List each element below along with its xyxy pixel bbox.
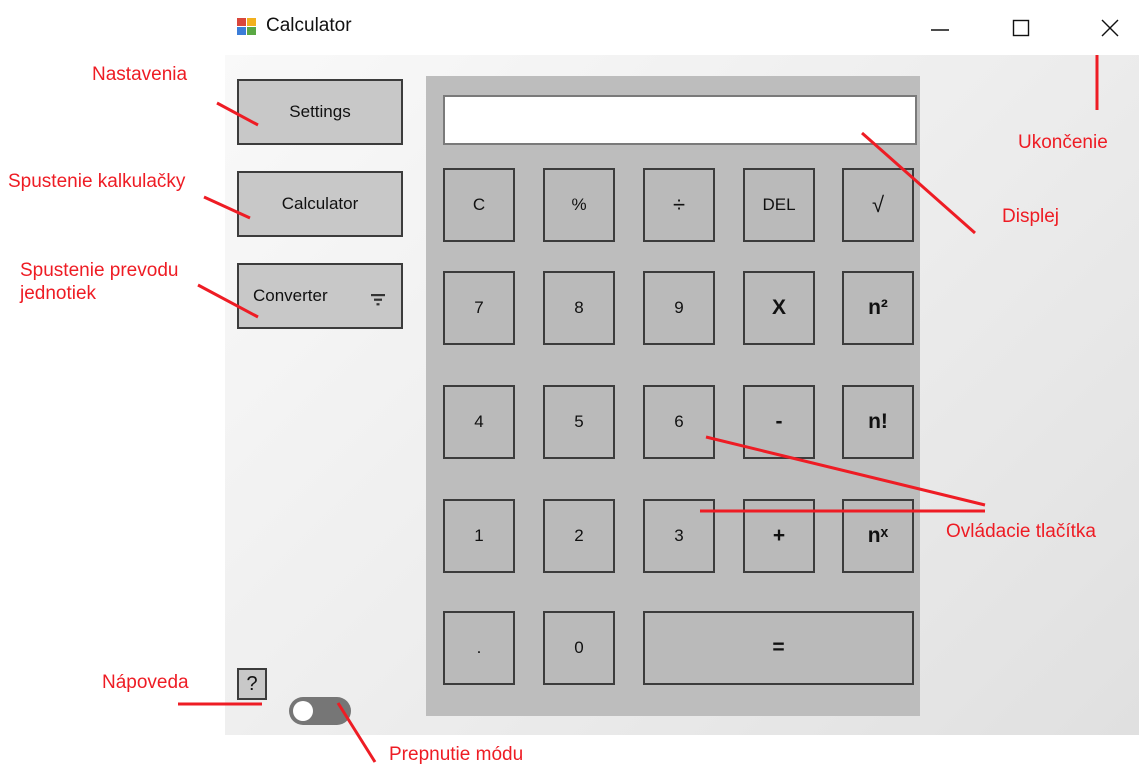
window-title: Calculator [266, 15, 352, 36]
key-label: n² [868, 296, 888, 319]
key-label: ÷ [672, 192, 686, 217]
settings-button-label: Settings [289, 102, 351, 121]
annotation-spustenie-prevodu: Spustenie prevodu jednotiek [20, 259, 178, 305]
key-label: √ [871, 192, 885, 217]
annotation-prepnutie-modu: Prepnutie módu [389, 744, 524, 765]
key-7-button[interactable]: 7 [443, 271, 515, 345]
minimize-icon [931, 29, 949, 31]
key-label: 6 [674, 412, 684, 431]
client-area: Settings Calculator Converter ? C% ÷ DEL √ 7… [225, 55, 1139, 735]
maximize-icon [1012, 19, 1030, 37]
screenshot: Calculator Settings Calculator Converter… [0, 0, 1139, 767]
calculator-button-label: Calculator [281, 194, 359, 213]
key-label: 4 [474, 412, 484, 431]
key-label: C [472, 195, 486, 214]
key-label: 3 [674, 526, 684, 545]
key-sqrt-button[interactable]: √ [842, 168, 914, 242]
converter-button[interactable]: Converter [237, 263, 403, 329]
calculator-button[interactable]: Calculator [237, 171, 403, 237]
annotation-napoveda: Nápoveda [102, 672, 189, 693]
key-decimal-button[interactable]: . [443, 611, 515, 685]
key-clear-button[interactable]: C [443, 168, 515, 242]
key-multiply-button[interactable]: X [743, 271, 815, 345]
key-4-button[interactable]: 4 [443, 385, 515, 459]
key-minus-button[interactable]: - [743, 385, 815, 459]
annotation-spustenie-kalkulacky: Spustenie kalkulačky [8, 171, 186, 192]
key-label: 9 [674, 298, 684, 317]
annotation-spustenie-prevodu-line2: jednotiek [20, 283, 97, 304]
annotation-spustenie-prevodu-line1: Spustenie prevodu [20, 260, 179, 281]
help-button-label: ? [246, 672, 258, 695]
app-icon [237, 18, 257, 36]
key-9-button[interactable]: 9 [643, 271, 715, 345]
calculator-display [443, 95, 917, 145]
key-label: nˣ [867, 524, 889, 547]
close-button[interactable] [1087, 8, 1133, 48]
key-label: - [775, 410, 783, 433]
key-8-button[interactable]: 8 [543, 271, 615, 345]
key-equals-button[interactable]: = [643, 611, 914, 685]
key-label: 8 [574, 298, 584, 317]
key-6-button[interactable]: 6 [643, 385, 715, 459]
key-0-button[interactable]: 0 [543, 611, 615, 685]
converter-button-label: Converter [253, 286, 328, 305]
key-1-button[interactable]: 1 [443, 499, 515, 573]
key-plus-button[interactable]: + [743, 499, 815, 573]
key-label: 0 [574, 638, 584, 657]
key-label: . [476, 638, 482, 657]
key-5-button[interactable]: 5 [543, 385, 615, 459]
key-label: = [772, 636, 785, 659]
title-bar: Calculator [225, 0, 1139, 55]
key-factorial-button[interactable]: n! [842, 385, 914, 459]
mode-toggle[interactable] [289, 697, 351, 725]
settings-button[interactable]: Settings [237, 79, 403, 145]
minimize-button[interactable] [917, 8, 963, 48]
key-label: 5 [574, 412, 584, 431]
key-divide-button[interactable]: ÷ [643, 168, 715, 242]
key-2-button[interactable]: 2 [543, 499, 615, 573]
key-label: n! [868, 410, 888, 433]
key-label: 7 [474, 298, 484, 317]
key-label: X [771, 296, 786, 319]
mode-toggle-knob [293, 701, 313, 721]
key-square-button[interactable]: n² [842, 271, 914, 345]
annotation-nastavenia: Nastavenia [92, 64, 188, 85]
key-power-button[interactable]: nˣ [842, 499, 914, 573]
key-label: 1 [474, 526, 484, 545]
maximize-button[interactable] [998, 8, 1044, 48]
key-delete-button[interactable]: DEL [743, 168, 815, 242]
key-3-button[interactable]: 3 [643, 499, 715, 573]
help-button[interactable]: ? [237, 668, 267, 700]
key-label: 2 [574, 526, 584, 545]
key-label: + [772, 524, 786, 547]
key-percent-button[interactable]: % [543, 168, 615, 242]
funnel-icon [371, 294, 385, 306]
keypad-panel: C% ÷ DEL √ 7 8 9 Xn² 4 5 6 - n! 1 2 3 + nˣ. 0 = [426, 76, 920, 716]
close-icon [1101, 19, 1119, 37]
key-label: DEL [762, 195, 796, 214]
key-label: % [571, 195, 587, 214]
